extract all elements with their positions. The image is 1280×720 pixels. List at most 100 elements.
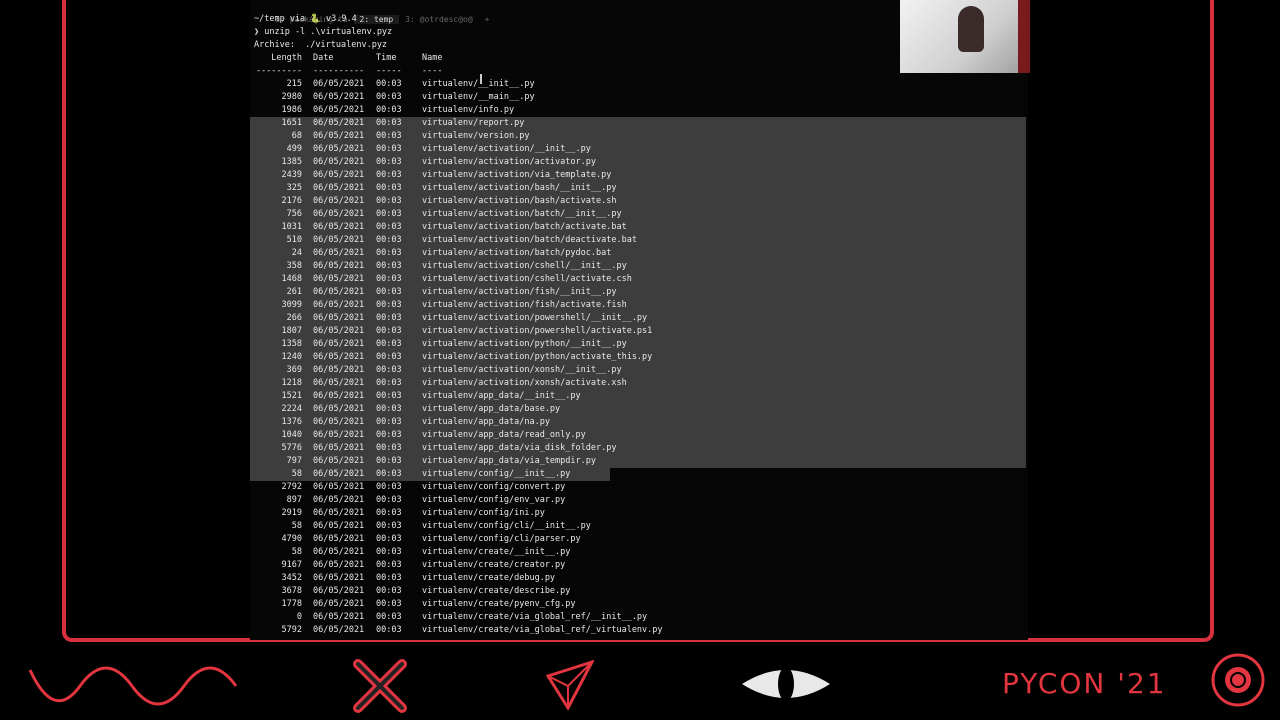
file-date: 06/05/2021 bbox=[313, 170, 365, 180]
file-length: 1040 bbox=[281, 430, 302, 440]
wave-icon bbox=[28, 666, 238, 706]
file-length: 499 bbox=[286, 144, 302, 154]
file-length: 1218 bbox=[281, 378, 302, 388]
list-item: 3678 06/05/2021 00:03 virtualenv/create/des… bbox=[250, 585, 1028, 598]
file-date: 06/05/2021 bbox=[313, 274, 365, 284]
list-item: 0 06/05/2021 00:03 virtualenv/create/via_gl… bbox=[250, 611, 1028, 624]
file-length: 0 bbox=[296, 612, 302, 622]
list-item: 9167 06/05/2021 00:03 virtualenv/create/cre… bbox=[250, 559, 1028, 572]
file-time: 00:03 bbox=[376, 79, 402, 89]
file-time: 00:03 bbox=[376, 573, 402, 583]
file-time: 00:03 bbox=[376, 105, 402, 115]
list-item: 24 06/05/2021 00:03 virtualenv/activation/b… bbox=[250, 247, 1028, 260]
file-name: virtualenv/config/cli/parser.py bbox=[422, 534, 581, 544]
file-length: 24 bbox=[291, 248, 302, 258]
file-name: virtualenv/activation/xonsh/__init__.py bbox=[422, 365, 622, 375]
list-item: 58 06/05/2021 00:03 virtualenv/config/cli/_… bbox=[250, 520, 1028, 533]
list-item: 1651 06/05/2021 00:03 virtualenv/report.py bbox=[250, 117, 1028, 130]
pycon-brand-text: PYCON '21 bbox=[1002, 667, 1167, 700]
list-item: 3452 06/05/2021 00:03 virtualenv/create/deb… bbox=[250, 572, 1028, 585]
file-date: 06/05/2021 bbox=[313, 326, 365, 336]
list-item: 1521 06/05/2021 00:03 virtualenv/app_data/_… bbox=[250, 390, 1028, 403]
file-time: 00:03 bbox=[376, 547, 402, 557]
file-length: 4790 bbox=[281, 534, 302, 544]
list-item: 2224 06/05/2021 00:03 virtualenv/app_data/b… bbox=[250, 403, 1028, 416]
file-date: 06/05/2021 bbox=[313, 209, 365, 219]
file-date: 06/05/2021 bbox=[313, 495, 365, 505]
header-length: Length bbox=[271, 53, 302, 63]
file-date: 06/05/2021 bbox=[313, 599, 365, 609]
list-item: 1807 06/05/2021 00:03 virtualenv/activation… bbox=[250, 325, 1028, 338]
file-date: 06/05/2021 bbox=[313, 287, 365, 297]
file-length: 3452 bbox=[281, 573, 302, 583]
file-date: 06/05/2021 bbox=[313, 417, 365, 427]
file-date: 06/05/2021 bbox=[313, 443, 365, 453]
file-date: 06/05/2021 bbox=[313, 560, 365, 570]
webcam-background-accent bbox=[1018, 0, 1030, 73]
terminal-window[interactable]: 1: packaging-tu 2: temp 3: @otrdesc@o@ + ~/… bbox=[250, 0, 1028, 640]
list-item: 1376 06/05/2021 00:03 virtualenv/app_data/n… bbox=[250, 416, 1028, 429]
file-date: 06/05/2021 bbox=[313, 313, 365, 323]
file-name: virtualenv/activation/fish/__init__.py bbox=[422, 287, 617, 297]
file-length: 1807 bbox=[281, 326, 302, 336]
file-time: 00:03 bbox=[376, 157, 402, 167]
file-time: 00:03 bbox=[376, 443, 402, 453]
file-length: 2792 bbox=[281, 482, 302, 492]
file-name: virtualenv/activation/via_template.py bbox=[422, 170, 612, 180]
file-length: 1358 bbox=[281, 339, 302, 349]
file-name: virtualenv/create/via_global_ref/__init_… bbox=[422, 612, 648, 622]
file-name: virtualenv/app_data/via_disk_folder.py bbox=[422, 443, 617, 453]
text-cursor-icon bbox=[480, 74, 482, 84]
file-time: 00:03 bbox=[376, 183, 402, 193]
file-length: 369 bbox=[286, 365, 302, 375]
file-name: virtualenv/app_data/na.py bbox=[422, 417, 550, 427]
file-name: virtualenv/activation/activator.py bbox=[422, 157, 596, 167]
file-name: virtualenv/__main__.py bbox=[422, 92, 535, 102]
file-time: 00:03 bbox=[376, 391, 402, 401]
file-time: 00:03 bbox=[376, 482, 402, 492]
file-length: 1468 bbox=[281, 274, 302, 284]
file-time: 00:03 bbox=[376, 196, 402, 206]
speaker-figure bbox=[958, 6, 984, 52]
file-time: 00:03 bbox=[376, 144, 402, 154]
file-name: virtualenv/activation/powershell/activat… bbox=[422, 326, 653, 336]
file-name: virtualenv/config/ini.py bbox=[422, 508, 545, 518]
file-time: 00:03 bbox=[376, 248, 402, 258]
file-date: 06/05/2021 bbox=[313, 183, 365, 193]
file-name: virtualenv/activation/python/__init__.py bbox=[422, 339, 627, 349]
shell-prompt: ~/temp via 🐍 v3.9.4 bbox=[254, 14, 357, 24]
file-length: 5792 bbox=[281, 625, 302, 635]
file-date: 06/05/2021 bbox=[313, 625, 365, 635]
file-time: 00:03 bbox=[376, 599, 402, 609]
list-item: 1031 06/05/2021 00:03 virtualenv/activation… bbox=[250, 221, 1028, 234]
file-name: virtualenv/activation/cshell/activate.cs… bbox=[422, 274, 632, 284]
file-time: 00:03 bbox=[376, 170, 402, 180]
file-date: 06/05/2021 bbox=[313, 235, 365, 245]
list-item: 58 06/05/2021 00:03 virtualenv/create/__ini… bbox=[250, 546, 1028, 559]
file-date: 06/05/2021 bbox=[313, 144, 365, 154]
tab-third[interactable]: 3: @otrdesc@o@ bbox=[399, 15, 478, 24]
file-length: 1376 bbox=[281, 417, 302, 427]
file-date: 06/05/2021 bbox=[313, 261, 365, 271]
file-length: 1778 bbox=[281, 599, 302, 609]
file-date: 06/05/2021 bbox=[313, 300, 365, 310]
file-time: 00:03 bbox=[376, 508, 402, 518]
file-date: 06/05/2021 bbox=[313, 352, 365, 362]
file-time: 00:03 bbox=[376, 430, 402, 440]
file-name: virtualenv/activation/fish/activate.fish bbox=[422, 300, 627, 310]
list-item: 215 06/05/2021 00:03 virtualenv/__init__.py bbox=[250, 78, 1028, 91]
file-length: 1521 bbox=[281, 391, 302, 401]
file-name: virtualenv/activation/xonsh/activate.xsh bbox=[422, 378, 627, 388]
new-tab-button[interactable]: + bbox=[479, 15, 496, 24]
list-item: 325 06/05/2021 00:03 virtualenv/activation/… bbox=[250, 182, 1028, 195]
file-length: 1651 bbox=[281, 118, 302, 128]
file-time: 00:03 bbox=[376, 560, 402, 570]
file-time: 00:03 bbox=[376, 339, 402, 349]
file-date: 06/05/2021 bbox=[313, 482, 365, 492]
file-name: virtualenv/info.py bbox=[422, 105, 515, 115]
file-name: virtualenv/create/pyenv_cfg.py bbox=[422, 599, 576, 609]
file-length: 756 bbox=[286, 209, 302, 219]
file-length: 358 bbox=[286, 261, 302, 271]
tab-temp[interactable]: 2: temp bbox=[353, 15, 400, 24]
eye-icon bbox=[742, 667, 830, 701]
